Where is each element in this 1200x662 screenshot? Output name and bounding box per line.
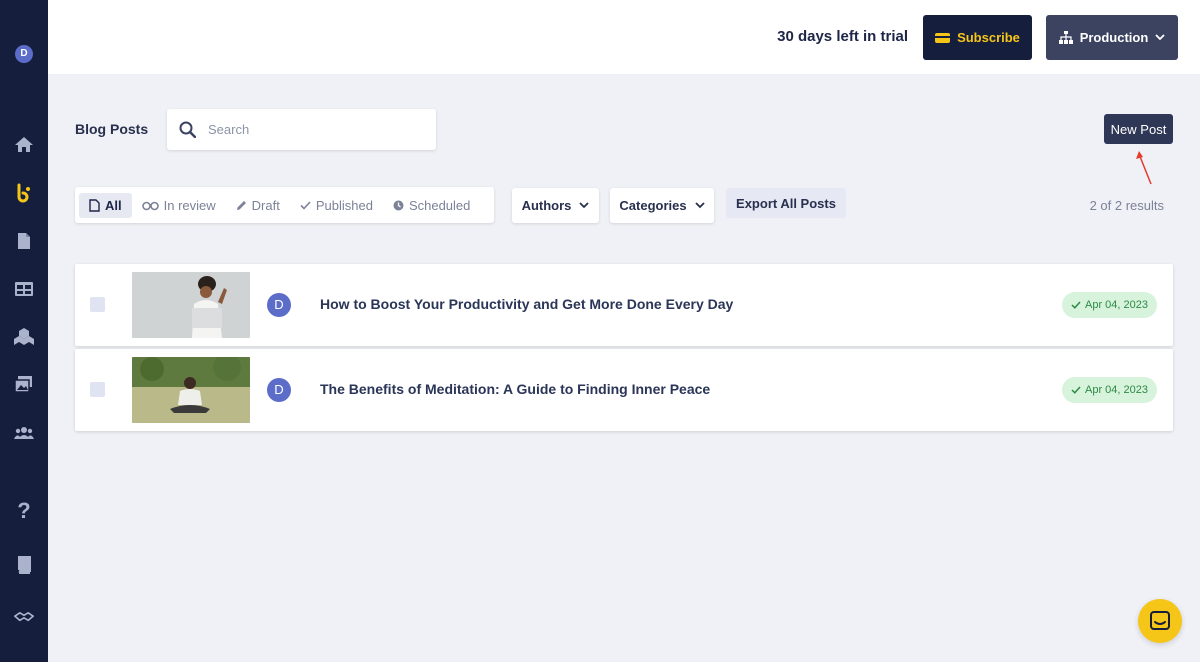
post-checkbox[interactable] xyxy=(90,297,105,312)
pencil-icon xyxy=(236,200,246,210)
categories-dropdown[interactable]: Categories xyxy=(610,188,714,223)
status-tab-label: Scheduled xyxy=(408,197,471,213)
layout-icon[interactable] xyxy=(12,277,36,301)
status-tab-label: All xyxy=(105,197,122,213)
top-bar: 30 days left in trial Subscribe Producti… xyxy=(48,0,1200,74)
chat-button[interactable] xyxy=(1138,599,1182,643)
status-tab-draft[interactable]: Draft xyxy=(226,193,290,218)
document-icon xyxy=(89,198,100,212)
check-icon xyxy=(1071,301,1081,309)
chat-icon xyxy=(1150,611,1170,630)
authors-label: Authors xyxy=(521,198,572,213)
page-title: Blog Posts xyxy=(75,121,149,137)
glasses-icon xyxy=(141,201,159,210)
post-row[interactable]: D The Benefits of Meditation: A Guide to… xyxy=(75,349,1173,431)
status-tab-label: In review xyxy=(163,197,216,213)
post-thumbnail xyxy=(132,357,250,423)
post-title[interactable]: How to Boost Your Productivity and Get M… xyxy=(320,296,733,312)
subscribe-label: Subscribe xyxy=(957,30,1020,45)
published-date-badge: Apr 04, 2023 xyxy=(1062,377,1157,403)
post-title[interactable]: The Benefits of Meditation: A Guide to F… xyxy=(320,381,710,397)
status-filter-group: All In review Draft Published Scheduled xyxy=(75,187,494,223)
status-tab-in-review[interactable]: In review xyxy=(132,193,226,218)
annotation-arrow-icon xyxy=(1136,151,1152,185)
search-box xyxy=(167,109,436,150)
credit-card-icon xyxy=(935,32,951,43)
environment-label: Production xyxy=(1079,30,1149,45)
status-tab-published[interactable]: Published xyxy=(290,193,383,218)
categories-label: Categories xyxy=(619,198,687,213)
media-icon[interactable] xyxy=(12,372,36,396)
home-icon[interactable] xyxy=(12,133,36,157)
help-icon[interactable]: ? xyxy=(12,498,36,523)
sitemap-icon xyxy=(1058,31,1073,44)
handshake-icon[interactable] xyxy=(12,605,36,629)
check-icon xyxy=(300,200,311,210)
post-list: D How to Boost Your Productivity and Get… xyxy=(75,264,1173,434)
status-tab-scheduled[interactable]: Scheduled xyxy=(383,193,480,218)
blog-logo-icon[interactable] xyxy=(12,181,36,205)
search-icon xyxy=(179,121,196,138)
new-post-button[interactable]: New Post xyxy=(1104,114,1173,144)
export-all-posts-button[interactable]: Export All Posts xyxy=(726,188,846,218)
clock-icon xyxy=(393,200,404,210)
results-count: 2 of 2 results xyxy=(1089,198,1164,213)
chevron-down-icon xyxy=(1155,34,1165,41)
team-icon[interactable] xyxy=(12,421,36,445)
subscribe-button[interactable]: Subscribe xyxy=(923,15,1032,60)
book-icon[interactable] xyxy=(12,553,36,577)
post-checkbox[interactable] xyxy=(90,382,105,397)
sidebar-avatar[interactable]: D xyxy=(15,45,33,63)
authors-dropdown[interactable]: Authors xyxy=(512,188,599,223)
search-input[interactable] xyxy=(208,122,408,137)
document-icon[interactable] xyxy=(12,229,36,253)
trial-status: 30 days left in trial xyxy=(777,28,908,45)
status-tab-all[interactable]: All xyxy=(79,192,132,218)
status-tab-label: Published xyxy=(315,197,373,213)
check-icon xyxy=(1071,386,1081,394)
status-tab-label: Draft xyxy=(251,197,280,213)
published-date-badge: Apr 04, 2023 xyxy=(1062,292,1157,318)
chevron-down-icon xyxy=(694,202,705,209)
post-row[interactable]: D How to Boost Your Productivity and Get… xyxy=(75,264,1173,346)
published-date: Apr 04, 2023 xyxy=(1085,299,1148,311)
sidebar: D ? xyxy=(0,0,48,662)
components-icon[interactable] xyxy=(12,325,36,349)
author-avatar: D xyxy=(267,378,291,402)
post-thumbnail xyxy=(132,272,250,338)
author-avatar: D xyxy=(267,293,291,317)
environment-selector[interactable]: Production xyxy=(1046,15,1178,60)
chevron-down-icon xyxy=(579,202,590,209)
published-date: Apr 04, 2023 xyxy=(1085,384,1148,396)
